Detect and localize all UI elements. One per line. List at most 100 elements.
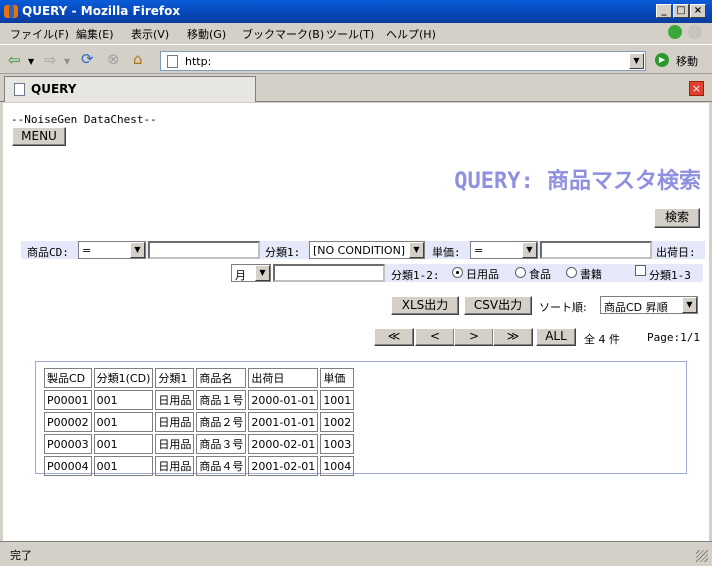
column-header: 単価	[320, 368, 355, 388]
column-header: 分類1	[155, 368, 195, 388]
first-page-button[interactable]: ≪	[374, 328, 414, 346]
tab-page-icon	[14, 83, 25, 96]
table-cell: 日用品	[155, 434, 195, 454]
category1-value: [NO CONDITION]	[313, 244, 406, 257]
table-cell: 2000-02-01	[248, 434, 319, 454]
page-indicator: Page:1/1	[647, 331, 700, 344]
price-operator-select[interactable]: = ▼	[470, 241, 538, 259]
close-tab-icon[interactable]: ×	[689, 81, 704, 96]
menu-bar: ファイル(F) 編集(E) 表示(V) 移動(G) ブックマーク(B) ツール(…	[0, 23, 712, 43]
url-text: http:	[185, 55, 212, 68]
next-page-button[interactable]: >	[454, 328, 494, 346]
home-icon[interactable]: ⌂	[133, 51, 143, 67]
category13-checkbox[interactable]	[635, 265, 646, 276]
menu-tools[interactable]: ツール(T)	[326, 26, 374, 42]
category1-label: 分類1:	[265, 246, 301, 259]
tab-query[interactable]: QUERY	[4, 76, 256, 102]
stop-icon[interactable]: ⊗	[107, 51, 120, 67]
category13-label: 分類1-3	[649, 269, 691, 282]
table-cell: 001	[93, 434, 154, 454]
ship-date-unit-value: 月	[235, 269, 246, 282]
radio-books-label: 書籍	[580, 268, 602, 281]
results-panel: 製品CD 分類1(CD) 分類1 商品名 出荷日 単価 P00001 001 日…	[35, 361, 687, 476]
record-count: 全 4 件	[584, 333, 620, 346]
sort-label: ソート順:	[539, 301, 587, 314]
table-cell: 商品４号	[196, 456, 247, 476]
price-operator-value: =	[474, 244, 484, 257]
all-button[interactable]: ALL	[536, 328, 576, 346]
menu-go[interactable]: 移動(G)	[187, 26, 226, 42]
product-cd-input[interactable]	[148, 241, 260, 259]
menu-button[interactable]: MENU	[12, 127, 66, 146]
table-row: P00003 001 日用品 商品３号 2000-02-01 1003	[44, 434, 355, 454]
column-header: 出荷日	[248, 368, 319, 388]
page-icon	[167, 55, 178, 68]
status-bar: 完了	[0, 541, 712, 566]
back-dropdown-icon[interactable]: ▼	[28, 54, 34, 70]
url-bar[interactable]: http:	[160, 51, 646, 71]
menu-bookmarks[interactable]: ブックマーク(B)	[242, 26, 324, 42]
url-dropdown-icon[interactable]: ▼	[629, 53, 644, 69]
chevron-down-icon: ▼	[409, 242, 424, 258]
sort-select[interactable]: 商品CD 昇順 ▼	[600, 296, 698, 314]
reload-icon[interactable]: ⟳	[81, 51, 94, 67]
table-header-row: 製品CD 分類1(CD) 分類1 商品名 出荷日 単価	[44, 368, 355, 388]
table-row: P00001 001 日用品 商品１号 2000-01-01 1001	[44, 390, 355, 410]
results-table: 製品CD 分類1(CD) 分類1 商品名 出荷日 単価 P00001 001 日…	[42, 366, 356, 478]
page-content: --NoiseGen DataChest-- MENU QUERY: 商品マスタ…	[3, 103, 709, 541]
table-cell: 1002	[320, 412, 355, 432]
table-cell: 2001-02-01	[248, 456, 319, 476]
column-header: 分類1(CD)	[93, 368, 154, 388]
ship-date-unit-select[interactable]: 月 ▼	[231, 264, 271, 282]
ship-date-input[interactable]	[273, 264, 385, 282]
price-label: 単価:	[432, 246, 461, 259]
table-cell: P00004	[44, 456, 92, 476]
minimize-button[interactable]: _	[656, 4, 672, 18]
radio-daily-goods[interactable]	[452, 267, 463, 278]
radio-books[interactable]	[566, 267, 577, 278]
radio-food[interactable]	[515, 267, 526, 278]
table-cell: 商品２号	[196, 412, 247, 432]
ship-date-label: 出荷日:	[656, 246, 696, 259]
go-button[interactable]: 移動	[676, 53, 698, 69]
prev-page-button[interactable]: <	[415, 328, 455, 346]
throbber-icon	[688, 25, 702, 39]
table-cell: 商品３号	[196, 434, 247, 454]
table-cell: P00003	[44, 434, 92, 454]
last-page-button[interactable]: ≫	[493, 328, 533, 346]
navigation-toolbar: ⇦ ▼ ⇨ ▼ ⟳ ⊗ ⌂ http: ▼ ▶ 移動	[0, 44, 712, 74]
forward-icon[interactable]: ⇨	[44, 52, 57, 68]
back-icon[interactable]: ⇦	[8, 52, 21, 68]
chevron-down-icon: ▼	[522, 242, 537, 258]
table-cell: 商品１号	[196, 390, 247, 410]
table-row: P00004 001 日用品 商品４号 2001-02-01 1004	[44, 456, 355, 476]
search-button[interactable]: 検索	[654, 208, 700, 228]
forward-dropdown-icon[interactable]: ▼	[64, 54, 70, 70]
menu-view[interactable]: 表示(V)	[131, 26, 169, 42]
table-cell: 2001-01-01	[248, 412, 319, 432]
page-title: QUERY: 商品マスタ検索	[454, 169, 701, 194]
xls-export-button[interactable]: XLS出力	[391, 296, 459, 315]
header-text: --NoiseGen DataChest--	[11, 113, 157, 126]
csv-export-button[interactable]: CSV出力	[464, 296, 532, 315]
menu-edit[interactable]: 編集(E)	[76, 26, 114, 42]
menu-help[interactable]: ヘルプ(H)	[386, 26, 436, 42]
resize-grip-icon[interactable]	[696, 550, 708, 562]
tab-label: QUERY	[31, 82, 77, 96]
title-bar: QUERY - Mozilla Firefox _ □ ×	[0, 0, 712, 23]
maximize-button[interactable]: □	[673, 4, 689, 18]
chevron-down-icon: ▼	[130, 242, 145, 258]
category1-select[interactable]: [NO CONDITION] ▼	[309, 241, 425, 259]
product-cd-operator-select[interactable]: = ▼	[78, 241, 146, 259]
product-cd-label: 商品CD:	[27, 246, 69, 259]
menu-file[interactable]: ファイル(F)	[10, 26, 69, 42]
product-cd-operator-value: =	[82, 244, 92, 257]
table-cell: 日用品	[155, 390, 195, 410]
close-button[interactable]: ×	[690, 4, 706, 18]
price-input[interactable]	[540, 241, 652, 259]
table-cell: 日用品	[155, 412, 195, 432]
tab-bar: QUERY ×	[0, 75, 712, 102]
go-icon[interactable]: ▶	[655, 53, 669, 67]
table-cell: 2000-01-01	[248, 390, 319, 410]
firefox-icon	[4, 5, 18, 18]
